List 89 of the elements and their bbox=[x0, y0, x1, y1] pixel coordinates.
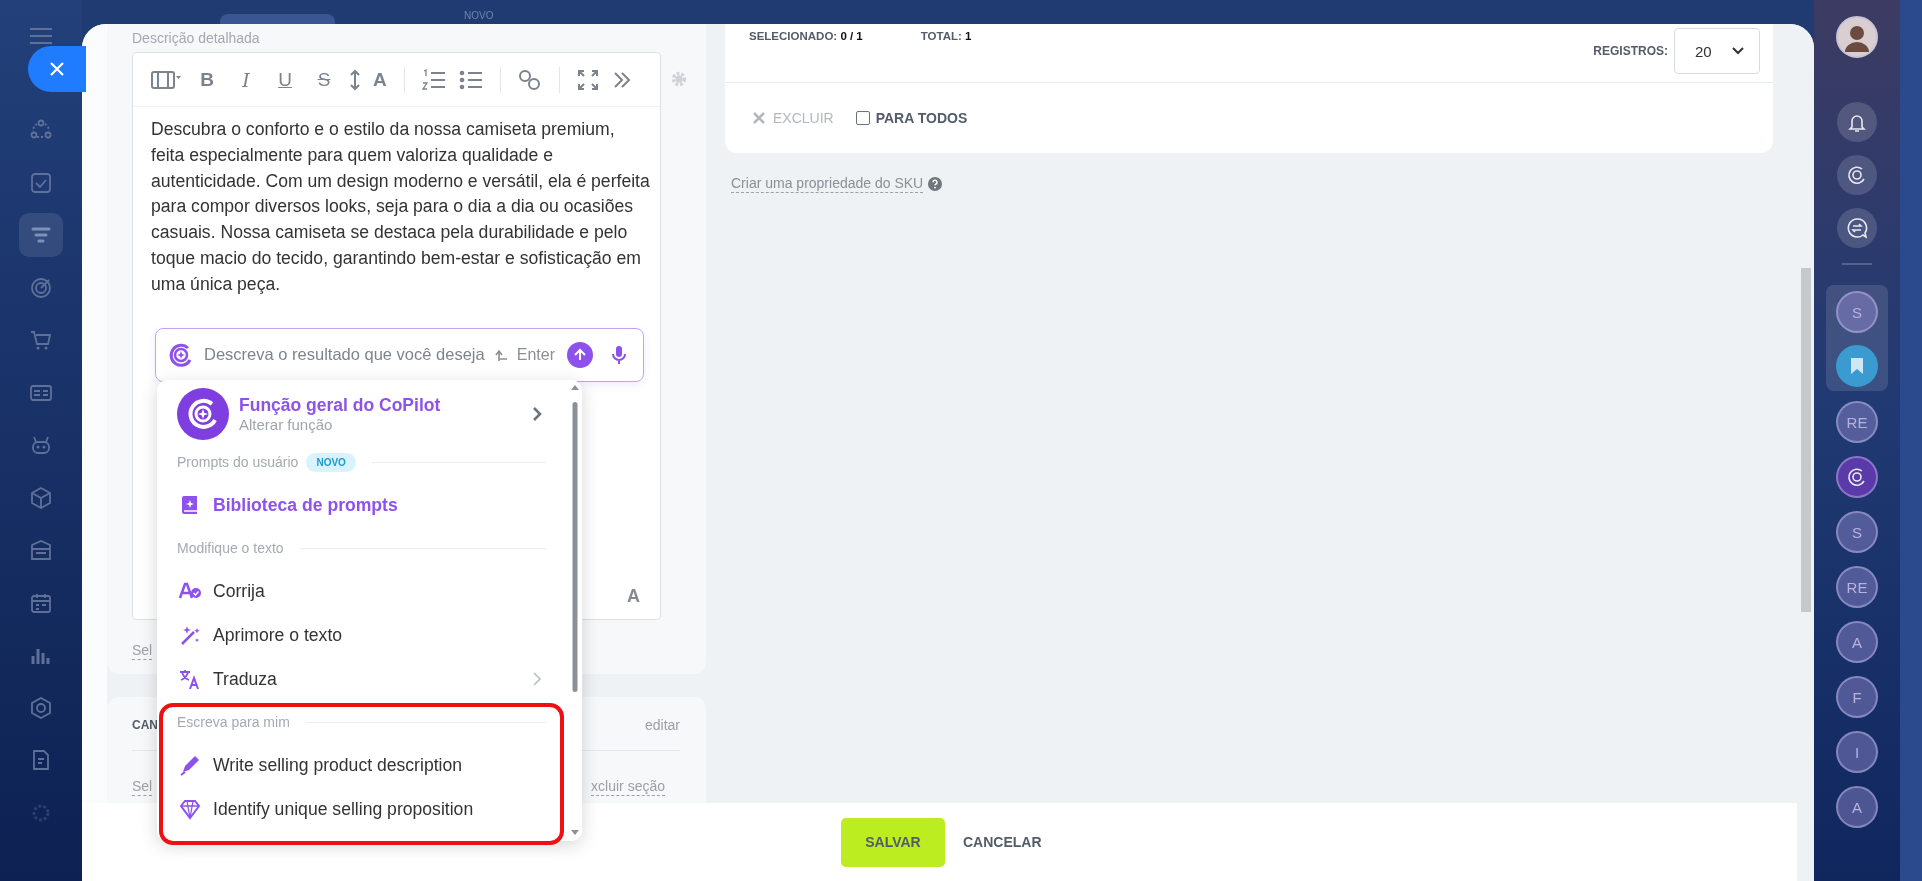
chat-avatar[interactable]: RE bbox=[1836, 566, 1878, 608]
prompt-input[interactable]: Descreva o resultado que você deseja bbox=[204, 345, 487, 365]
menu-item[interactable]: Aprimore o texto bbox=[177, 613, 547, 657]
target-icon bbox=[30, 276, 52, 299]
enter-hint: Enter bbox=[516, 345, 555, 364]
menu-item[interactable]: Traduza bbox=[177, 657, 547, 701]
translate-icon bbox=[179, 668, 201, 690]
hexagon-icon bbox=[30, 696, 52, 719]
save-button[interactable]: SALVAR bbox=[841, 817, 945, 867]
section-title: CAN bbox=[132, 717, 158, 732]
notification-button[interactable] bbox=[1837, 102, 1877, 142]
arrow-up-icon bbox=[573, 347, 587, 362]
microphone-icon[interactable] bbox=[611, 344, 627, 365]
create-property-link[interactable]: Criar uma propriedade do SKU bbox=[731, 175, 924, 193]
bookmark-button[interactable] bbox=[1836, 345, 1878, 387]
chevron-right-icon[interactable] bbox=[531, 405, 543, 422]
magic-wand-icon bbox=[179, 624, 201, 646]
checkbox[interactable] bbox=[855, 111, 870, 125]
robot-icon bbox=[30, 434, 52, 456]
chat-avatar[interactable]: A bbox=[1836, 621, 1878, 663]
bookmark-icon bbox=[1849, 357, 1865, 375]
document-icon bbox=[30, 749, 52, 771]
new-label: NOVO bbox=[464, 10, 494, 21]
calendar-icon bbox=[30, 591, 52, 614]
send-button[interactable] bbox=[567, 341, 593, 368]
select-link[interactable]: Sel bbox=[132, 778, 153, 796]
diamond-icon bbox=[179, 798, 201, 820]
chat-icon bbox=[1846, 217, 1868, 239]
chat-avatar[interactable]: S bbox=[1836, 511, 1878, 553]
close-icon bbox=[753, 112, 765, 124]
checkbox-label: PARA TODOS bbox=[875, 110, 968, 126]
copilot-icon bbox=[1846, 164, 1868, 186]
scrollbar-thumb[interactable] bbox=[1801, 268, 1811, 612]
copilot-button[interactable] bbox=[1837, 155, 1877, 195]
store-icon bbox=[30, 539, 52, 561]
new-badge: NOVO bbox=[306, 452, 356, 472]
link-icon[interactable] bbox=[517, 67, 542, 92]
delete-section-link[interactable]: xcluir seção bbox=[591, 778, 665, 796]
chat-avatar[interactable]: F bbox=[1836, 676, 1878, 718]
font-size-button[interactable]: A bbox=[373, 67, 387, 92]
underline-button[interactable]: U bbox=[272, 67, 298, 92]
menu-item[interactable]: Identify unique selling proposition bbox=[177, 787, 547, 831]
size-arrow-icon[interactable] bbox=[350, 67, 360, 92]
menu-item[interactable]: Corrija bbox=[177, 569, 547, 613]
role-title[interactable]: Função geral do CoPilot bbox=[239, 394, 521, 416]
chat-avatar[interactable]: S bbox=[1836, 291, 1878, 333]
cancel-button[interactable]: CANCELAR bbox=[963, 834, 1042, 850]
edit-link[interactable]: editar bbox=[644, 716, 680, 733]
strikethrough-button[interactable]: S bbox=[311, 67, 337, 92]
chat-avatar[interactable]: I bbox=[1836, 731, 1878, 773]
copilot-chat-button[interactable] bbox=[1836, 456, 1878, 498]
box-icon bbox=[30, 486, 52, 509]
chat-button[interactable] bbox=[1837, 208, 1877, 248]
checkbox-icon bbox=[30, 171, 52, 194]
close-icon bbox=[48, 60, 66, 78]
copilot-input[interactable]: Descreva o resultado que você deseja Enter bbox=[155, 327, 644, 382]
expand-icon[interactable] bbox=[576, 67, 599, 92]
help-icon[interactable] bbox=[928, 177, 943, 191]
nav-item[interactable] bbox=[19, 213, 63, 257]
selected-count: SELECIONADO: 0 / 1 bbox=[749, 29, 863, 44]
chevron-down-icon bbox=[1731, 46, 1745, 56]
font-color-glyph[interactable]: A bbox=[627, 586, 640, 607]
numbered-list-icon[interactable] bbox=[421, 67, 446, 92]
menu-item[interactable]: Write selling product description bbox=[177, 743, 547, 787]
copilot-icon bbox=[1846, 466, 1868, 488]
field-label: Descrição detalhada bbox=[132, 30, 261, 48]
avatar[interactable] bbox=[1836, 16, 1878, 58]
total-count: TOTAL: 1 bbox=[920, 29, 972, 44]
enter-icon bbox=[494, 347, 509, 362]
italic-button[interactable]: I bbox=[233, 67, 259, 92]
cart-icon bbox=[30, 329, 52, 351]
chat-avatar[interactable]: A bbox=[1836, 786, 1878, 828]
bold-button[interactable]: B bbox=[194, 67, 220, 92]
section-heading: Prompts do usuário bbox=[177, 454, 299, 470]
description-text: Descubra o conforto e o estilo da nossa camiseta premium, feita especialmente para quem valoriza qualidade e autenticidade. Com um design moderno e versátil, ela é perfeita para compor diversos looks, seja para o dia a dia ou ocasiões casuais. Nossa camiseta se destaca pela durabilidade e pelo toque macio do tecido, garantindo bem-estar e sofisticação em uma única peça. bbox=[150, 118, 651, 296]
page-size-label: REGISTROS: bbox=[1593, 44, 1668, 58]
page-size-select[interactable]: 20 bbox=[1674, 28, 1760, 74]
role-subtitle: Alterar função bbox=[239, 415, 334, 433]
section-heading: Escreva para mim bbox=[177, 714, 290, 730]
chat-avatar[interactable]: RE bbox=[1836, 401, 1878, 443]
menu-item[interactable]: Biblioteca de prompts bbox=[177, 483, 547, 527]
copilot-icon bbox=[177, 387, 229, 440]
share-icon bbox=[30, 119, 52, 141]
scrollbar[interactable] bbox=[570, 384, 580, 837]
section-heading: Modifique o texto bbox=[177, 540, 284, 556]
select-link[interactable]: Sel bbox=[132, 642, 153, 660]
pen-icon bbox=[179, 754, 201, 776]
menu-icon[interactable] bbox=[30, 28, 52, 44]
close-button[interactable] bbox=[28, 46, 86, 92]
